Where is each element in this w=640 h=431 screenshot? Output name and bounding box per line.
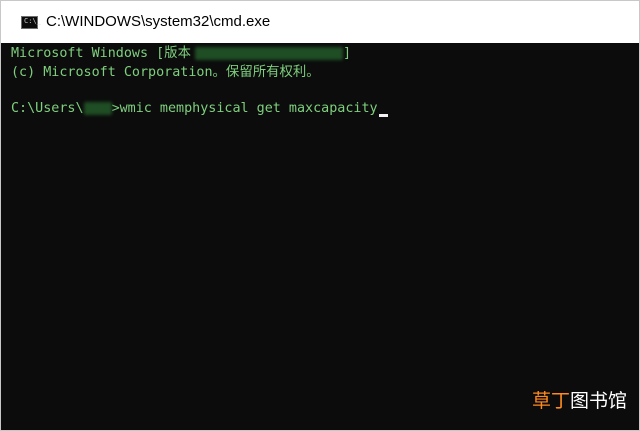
version-text: Microsoft Windows [版本 (11, 46, 191, 61)
terminal-icon[interactable]: C:\_ (21, 16, 41, 29)
prompt-suffix: > (111, 101, 120, 116)
console-line-copyright: (c) Microsoft Corporation。保留所有权利。 (11, 65, 320, 80)
watermark: 草丁图书馆 (532, 390, 627, 412)
console-area[interactable]: Microsoft Windows [版本] (c) Microsoft Cor… (1, 43, 639, 430)
window-title: C:\WINDOWS\system32\cmd.exe (46, 13, 271, 30)
console-line-prompt: C:\Users\ >wmic memphysical get maxcapaci… (11, 100, 388, 118)
title-bar[interactable]: C:\_ C:\WINDOWS\system32\cmd.exe (1, 1, 639, 43)
redacted-username (83, 101, 112, 115)
redacted-version (194, 46, 343, 60)
console-line-version: Microsoft Windows [版本] (11, 45, 351, 63)
watermark-rest: 图书馆 (569, 390, 627, 412)
cmd-window: C:\_ C:\WINDOWS\system32\cmd.exe Microso… (0, 0, 640, 431)
version-bracket-close: ] (342, 46, 352, 61)
terminal-icon-glyph: C:\_ (24, 17, 41, 25)
text-cursor (378, 114, 388, 117)
command-text: wmic memphysical get maxcapacity (119, 101, 378, 116)
prompt-prefix: C:\Users\ (11, 101, 84, 116)
watermark-accent: 草丁 (531, 390, 570, 412)
